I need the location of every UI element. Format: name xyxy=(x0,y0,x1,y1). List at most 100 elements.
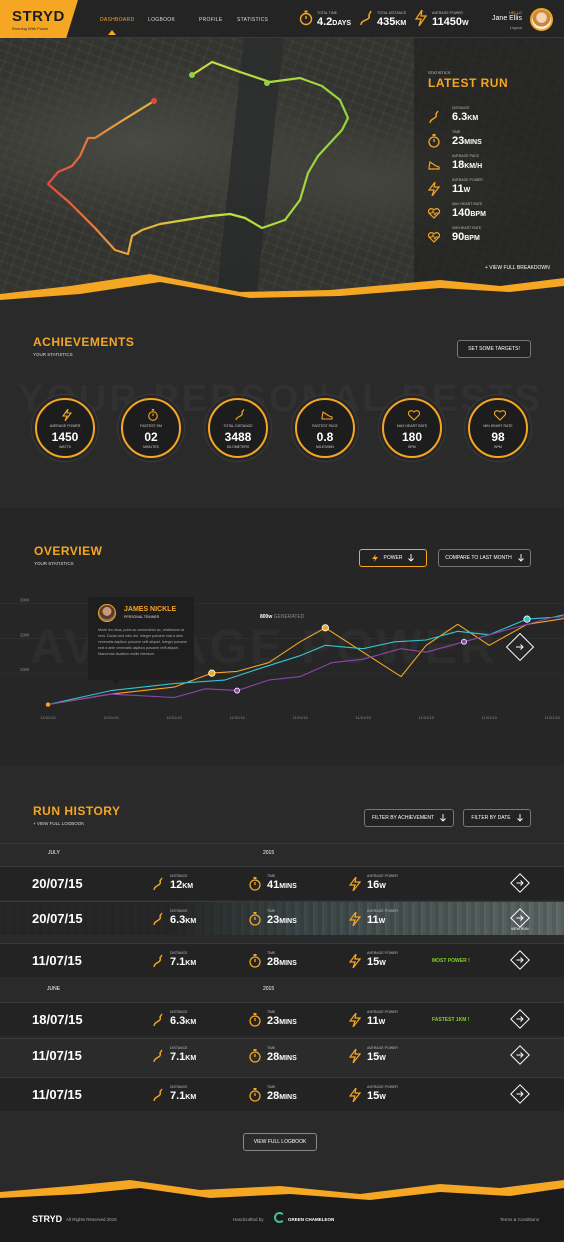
view-run-button[interactable] xyxy=(510,1045,530,1065)
y-tick-label: 10W xyxy=(20,667,30,672)
latest-run-min-hr: MIN HEART RATE 90BPM xyxy=(428,226,548,248)
achievement-total-distance[interactable]: TOTAL DISTANCE 3488 KILOMETERS xyxy=(208,398,268,458)
top-header: STRYD Running With Power DASHBOARD LOGBO… xyxy=(0,0,564,38)
footer-logo[interactable]: STRYD xyxy=(32,1214,62,1224)
view-full-logbook-button[interactable]: VIEW FULL LOGBOOK xyxy=(243,1133,317,1151)
power-line-chart[interactable]: 30W 20W 10W 11/01/15 11/01/15 11/01/15 11/01/1… xyxy=(0,578,564,728)
logout-link[interactable]: Logout xyxy=(510,25,522,30)
footer-agency[interactable]: GREEN CHAMELEON xyxy=(288,1217,334,1222)
run-distance-value: 12KM xyxy=(170,879,194,891)
run-history-row[interactable]: 11/07/15 DISTANCE 7.1KM TIME 28MINS AVERAGE P… xyxy=(0,1038,564,1072)
achievement-unit: KILOMETERS xyxy=(226,445,250,449)
stat-label: AVERAGE POWER xyxy=(452,178,483,182)
logo[interactable]: STRYD Running With Power xyxy=(0,0,78,38)
run-history-row[interactable]: 20/07/15 DISTANCE 12KM TIME 41MINS AVERAGE PO… xyxy=(0,866,564,900)
metric-select-label: POWER xyxy=(383,555,403,561)
achievement-value: 98 xyxy=(491,430,505,444)
overview-subtitle: YOUR STATISTICS xyxy=(34,561,74,566)
run-history-row[interactable]: 18/07/15 DISTANCE 6.3KM TIME 23MINS AVERAGE P… xyxy=(0,1002,564,1036)
run-distance-label: DISTANCE xyxy=(170,1046,188,1050)
x-tick-label: 11/01/15 xyxy=(229,715,245,720)
terms-link[interactable]: Terms & Conditions xyxy=(500,1217,539,1222)
stat-label: AVERAGE PACE xyxy=(452,154,479,158)
achievement-unit: MINUTES xyxy=(143,445,159,449)
footer-handcrafted: Handcrafted by xyxy=(233,1217,264,1222)
generated-label: 800w GENERATED xyxy=(260,614,305,620)
run-time-label: TIME xyxy=(267,1046,276,1050)
achievement-min-heart-rate[interactable]: MIN HEART RATE 98 BPM xyxy=(468,398,528,458)
lightning-icon xyxy=(349,877,361,891)
run-time-value: 28MINS xyxy=(267,956,297,968)
trainer-name: JAMES NICKLE xyxy=(124,606,177,613)
lightning-icon xyxy=(414,10,428,26)
achievements-subtitle: YOUR STATISTICS xyxy=(33,352,73,357)
view-run-button[interactable] xyxy=(510,908,530,928)
run-distance-value: 7.1KM xyxy=(170,956,197,968)
compare-last-month-button[interactable]: COMPARE TO LAST MONTH xyxy=(438,549,531,567)
metric-select-button[interactable]: POWER xyxy=(359,549,427,567)
tooltip-caret xyxy=(112,680,120,685)
nav-statistics[interactable]: STATISTICS xyxy=(237,17,268,23)
view-full-logbook-link[interactable]: + VIEW FULL LOGBOOK xyxy=(33,821,84,826)
filter-by-achievement-button[interactable]: FILTER BY ACHIEVEMENT xyxy=(364,809,454,827)
data-point-marker xyxy=(321,624,329,632)
heart-rate-icon xyxy=(428,208,440,219)
set-targets-button[interactable]: SET SOME TARGETS! xyxy=(457,340,531,358)
data-point-marker xyxy=(208,669,216,677)
run-history-row[interactable]: 11/07/15 DISTANCE 7.1KM TIME 28MINS AVERAGE P… xyxy=(0,1077,564,1111)
lightning-icon xyxy=(349,954,361,968)
stopwatch-icon xyxy=(148,409,158,421)
achievement-unit: MILES/MIN xyxy=(316,445,334,449)
nav-logbook[interactable]: LOGBOOK xyxy=(148,17,175,23)
arrow-right-icon xyxy=(516,1052,524,1058)
view-full-breakdown-link[interactable]: + VIEW FULL BREAKDOWN xyxy=(485,265,550,271)
run-distance-value: 6.3KM xyxy=(170,914,197,926)
run-history-row[interactable]: 20/07/15 DISTANCE 6.3KM TIME 23MINS AVERAGE P… xyxy=(0,901,564,935)
run-history-row[interactable]: 11/07/15 DISTANCE 7.1KM TIME 28MINS AVERAGE P… xyxy=(0,943,564,977)
run-power-label: AVERAGE POWER xyxy=(367,1010,398,1014)
run-history-title: RUN HISTORY xyxy=(33,804,121,818)
arrow-right-icon xyxy=(516,1016,524,1022)
stopwatch-icon xyxy=(249,1013,261,1027)
run-power-label: AVERAGE POWER xyxy=(367,1046,398,1050)
achievement-average-power[interactable]: AVERAGE POWER 1450 WATTS xyxy=(35,398,95,458)
x-tick-label: 11/01/15 xyxy=(103,715,119,720)
heart-rate-icon xyxy=(494,410,506,421)
data-point-marker xyxy=(234,687,240,694)
view-run-button[interactable] xyxy=(510,950,530,970)
logo-text: STRYD xyxy=(12,8,65,25)
view-run-button[interactable] xyxy=(510,1084,530,1104)
personal-bests-watermark: YOUR PERSONAL BESTS xyxy=(18,378,543,421)
stopwatch-icon xyxy=(249,954,261,968)
y-tick-label: 30W xyxy=(20,597,30,602)
nav-dashboard[interactable]: DASHBOARD xyxy=(100,17,134,23)
stopwatch-icon xyxy=(249,912,261,926)
month-header: JULY xyxy=(48,850,60,856)
achievement-value: 3488 xyxy=(224,430,252,444)
lightning-icon xyxy=(349,912,361,926)
run-time-label: TIME xyxy=(267,951,276,955)
run-power-label: AVERAGE POWER xyxy=(367,951,398,955)
achievement-fastest-pace[interactable]: FASTEST PACE 0.8 MILES/MIN xyxy=(295,398,355,458)
run-time-value: 23MINS xyxy=(267,1015,297,1027)
avatar[interactable] xyxy=(530,8,553,31)
user-name[interactable]: Jane Ellis xyxy=(492,15,522,22)
stat-value: 6.3KM xyxy=(452,111,479,123)
trainer-role: PERSONAL TRAINER xyxy=(124,615,160,619)
achievement-max-heart-rate[interactable]: MAX HEART RATE 180 BPM xyxy=(382,398,442,458)
view-run-button[interactable] xyxy=(510,1009,530,1029)
heart-rate-icon xyxy=(408,410,420,421)
stat-value: 11450W xyxy=(432,16,469,28)
arrow-right-icon xyxy=(516,1091,524,1097)
nav-profile[interactable]: PROFILE xyxy=(199,17,223,23)
view-run-label: VIEW RUN xyxy=(511,927,529,931)
compare-label: COMPARE TO LAST MONTH xyxy=(445,555,512,561)
filter-date-label: FILTER BY DATE xyxy=(471,815,511,821)
view-run-button[interactable] xyxy=(510,873,530,893)
filter-by-date-button[interactable]: FILTER BY DATE xyxy=(463,809,531,827)
lightning-icon xyxy=(371,554,378,562)
achievement-fastest-km[interactable]: FASTEST KM 02 MINUTES xyxy=(121,398,181,458)
stopwatch-icon xyxy=(299,10,313,26)
green-chameleon-logo-icon[interactable] xyxy=(274,1212,285,1223)
achievements-title: ACHIEVEMENTS xyxy=(33,335,135,349)
